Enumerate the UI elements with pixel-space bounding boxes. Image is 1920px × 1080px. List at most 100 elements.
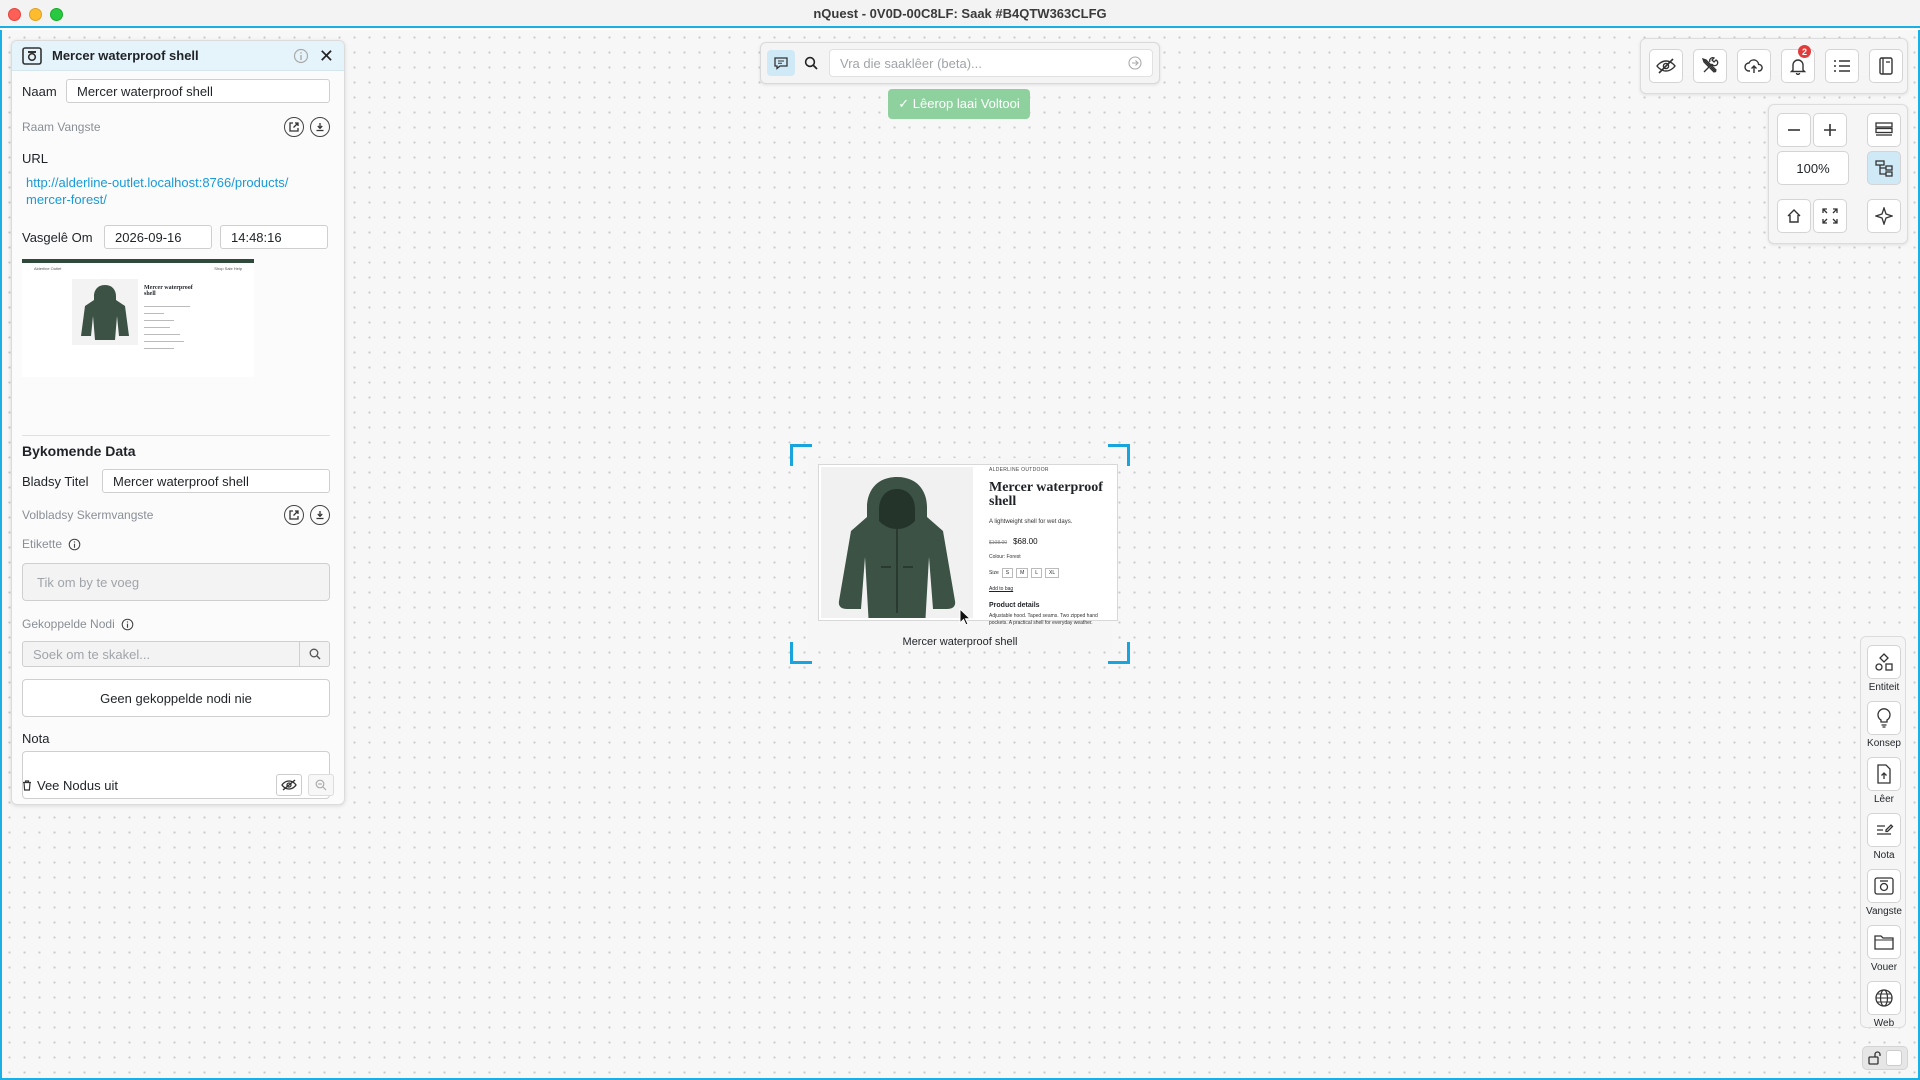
page-title-input[interactable]: Mercer waterproof shell	[102, 469, 330, 493]
chat-icon	[774, 57, 788, 70]
fullpage-download-icon[interactable]	[310, 505, 330, 525]
jacket-illustration	[821, 467, 973, 618]
home-view-button[interactable]	[1777, 199, 1811, 233]
tools-button[interactable]	[1693, 49, 1727, 83]
linked-nodes-search-input[interactable]: Soek om te skakel...	[22, 641, 300, 667]
node-type-sidebar: Entiteit Konsep Lêer Nota Vangste Vouer	[1860, 636, 1907, 1029]
thumbnail-brand: Alderline Outlet	[34, 266, 62, 271]
lock-toggle[interactable]	[1862, 1046, 1908, 1070]
close-window-button[interactable]	[8, 8, 21, 21]
sidebar-item-web[interactable]: Web	[1861, 981, 1907, 1029]
close-panel-button[interactable]: ✕	[319, 47, 334, 65]
capture-node[interactable]: ALDERLINE OUTDOOR Mercer waterproof shel…	[790, 444, 1130, 664]
fit-to-screen-button[interactable]	[1813, 199, 1847, 233]
lightbulb-icon	[1867, 701, 1901, 735]
panel-title: Mercer waterproof shell	[52, 48, 199, 63]
capture-thumbnail[interactable]: Alderline Outlet Shop Sale Help Mercer w…	[22, 259, 254, 377]
cloud-upload-button[interactable]	[1737, 49, 1771, 83]
zoom-level[interactable]: 100%	[1777, 151, 1849, 185]
url-link-line2[interactable]: mercer-forest/	[26, 191, 107, 208]
entity-icon	[1867, 645, 1901, 679]
product-old-price: $108.00	[989, 540, 1008, 546]
window-controls	[8, 8, 63, 21]
product-details-body: Adjustable hood. Taped seams. Two zipped…	[989, 613, 1098, 626]
add-to-bag-link: Add to bag	[989, 586, 1014, 592]
search-icon	[804, 56, 818, 70]
tree-layout-icon	[1875, 160, 1893, 177]
search-mode-button[interactable]	[797, 50, 825, 76]
camera-icon	[1867, 869, 1901, 903]
sidebar-label-file: Lêer	[1873, 794, 1894, 805]
size-label: Size	[989, 570, 999, 576]
file-upload-icon	[1867, 757, 1901, 791]
chat-mode-button[interactable]	[767, 50, 795, 76]
visibility-toggle-button[interactable]	[1649, 49, 1683, 83]
notebook-button[interactable]	[1869, 49, 1903, 83]
tags-info-icon[interactable]	[68, 538, 81, 551]
product-colour: Colour: Forest	[989, 554, 1021, 560]
minimize-window-button[interactable]	[29, 8, 42, 21]
name-label: Naam	[22, 83, 57, 99]
lock-toggle-switch[interactable]	[1886, 1050, 1902, 1066]
sidebar-item-note[interactable]: Nota	[1861, 813, 1907, 861]
zoom-out-icon	[315, 779, 327, 791]
minus-icon	[1788, 129, 1800, 131]
search-icon	[309, 648, 320, 660]
download-icon[interactable]	[310, 117, 330, 137]
sidebar-item-entity[interactable]: Entiteit	[1861, 645, 1907, 693]
mouse-cursor-icon	[959, 608, 971, 626]
linked-nodes-info-icon[interactable]	[121, 618, 134, 631]
hide-node-button[interactable]	[276, 774, 302, 796]
layout-tree-button[interactable]	[1867, 151, 1901, 185]
size-option: XL	[1045, 568, 1060, 578]
page-title-label: Bladsy Titel	[22, 473, 89, 489]
unlock-icon	[1868, 1051, 1881, 1065]
ask-input[interactable]: Vra die saaklêer (beta)...	[829, 49, 1153, 77]
linked-search-button[interactable]	[300, 641, 330, 667]
fit-screen-icon	[1822, 208, 1838, 224]
sidebar-item-file[interactable]: Lêer	[1861, 757, 1907, 805]
sidebar-item-folder[interactable]: Vouer	[1861, 925, 1907, 973]
url-link-line1[interactable]: http://alderline-outlet.localhost:8766/p…	[26, 174, 288, 191]
product-price: $108.00 $68.00	[989, 537, 1113, 546]
fullpage-capture-label: Volbladsy Skermvangste	[22, 508, 154, 522]
size-option: S	[1001, 568, 1014, 578]
capture-icon	[22, 46, 42, 65]
zoom-out-button[interactable]	[1777, 113, 1811, 147]
zoom-in-button[interactable]	[1813, 113, 1847, 147]
window-title: nQuest - 0V0D-00C8LF: Saak #B4QTW363CLFG	[813, 5, 1107, 21]
sidebar-label-note: Nota	[1873, 850, 1895, 861]
panel-divider	[22, 435, 330, 436]
eye-off-icon	[281, 779, 297, 791]
name-input[interactable]: Mercer waterproof shell	[66, 79, 330, 103]
send-icon[interactable]	[1128, 56, 1142, 70]
info-icon[interactable]	[293, 48, 309, 64]
globe-icon	[1867, 981, 1901, 1015]
open-external-icon[interactable]	[284, 117, 304, 137]
product-sizes: Size S M L XL	[989, 568, 1113, 578]
folder-icon	[1867, 925, 1901, 959]
ai-assist-button[interactable]	[1867, 199, 1901, 233]
bell-icon	[1790, 59, 1806, 75]
url-link[interactable]: http://alderline-outlet.localhost:8766/p…	[26, 174, 330, 208]
panel-header: Mercer waterproof shell ✕	[12, 41, 344, 71]
product-details-heading: Product details	[989, 602, 1040, 609]
zoom-to-node-button[interactable]	[308, 774, 334, 796]
captured-time-input[interactable]: 14:48:16	[220, 225, 328, 249]
node-details-panel: Mercer waterproof shell ✕ Naam Mercer wa…	[11, 40, 345, 805]
zoom-toolbar: 100%	[1768, 104, 1908, 244]
list-view-button[interactable]	[1825, 49, 1859, 83]
maximize-window-button[interactable]	[50, 8, 63, 21]
tags-input[interactable]: Tik om by te voeg	[22, 563, 330, 601]
delete-node-button[interactable]: Vee Nodus uit	[22, 778, 118, 793]
trash-icon	[23, 779, 31, 791]
top-toolbar: 2	[1640, 38, 1908, 94]
notifications-button[interactable]: 2	[1781, 45, 1815, 83]
jacket-image	[821, 467, 973, 618]
sidebar-item-capture[interactable]: Vangste	[1861, 869, 1907, 917]
fullpage-open-external-icon[interactable]	[284, 505, 304, 525]
layout-stack-button[interactable]	[1867, 113, 1901, 147]
captured-date-input[interactable]: 2026-09-16	[104, 225, 212, 249]
sidebar-label-web: Web	[1873, 1018, 1895, 1029]
sidebar-item-concept[interactable]: Konsep	[1861, 701, 1907, 749]
